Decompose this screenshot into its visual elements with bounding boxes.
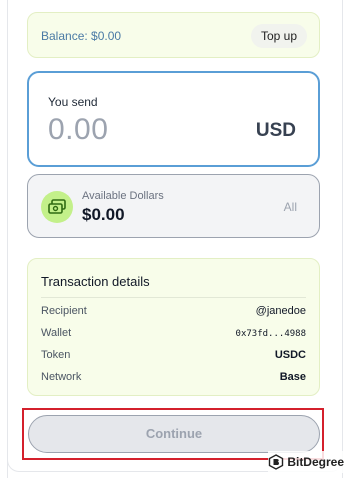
send-amount-input[interactable]: 0.00	[48, 113, 108, 147]
top-up-button[interactable]: Top up	[250, 24, 307, 48]
detail-row-wallet: Wallet 0x73fd...4988	[41, 327, 306, 343]
available-label: Available Dollars	[82, 190, 164, 202]
detail-label: Wallet	[41, 327, 72, 339]
detail-row-network: Network Base	[41, 371, 306, 387]
detail-value: Base	[279, 371, 306, 383]
currency-label: USD	[255, 120, 296, 141]
panel-right-edge	[342, 0, 343, 478]
watermark: BitDegree	[268, 451, 344, 473]
detail-label: Recipient	[41, 305, 87, 317]
transaction-details-card: Transaction details Recipient @janedoe W…	[27, 258, 320, 396]
detail-row-recipient: Recipient @janedoe	[41, 305, 306, 321]
balance-card: Balance: $0.00 Top up	[27, 12, 320, 58]
all-button[interactable]: All	[284, 200, 297, 214]
continue-button[interactable]: Continue	[28, 415, 320, 453]
details-divider	[41, 297, 306, 298]
send-page: Balance: $0.00 Top up You send 0.00 USD …	[0, 0, 350, 478]
detail-value: 0x73fd...4988	[235, 329, 306, 339]
detail-label: Token	[41, 349, 71, 361]
detail-value: @janedoe	[255, 305, 306, 317]
balance-text: Balance: $0.00	[41, 29, 122, 43]
panel-left-edge	[7, 0, 8, 478]
available-dollars-card[interactable]: Available Dollars $0.00 All	[27, 174, 320, 238]
detail-row-token: Token USDC	[41, 349, 306, 365]
money-icon	[41, 191, 73, 223]
send-amount-card[interactable]: You send 0.00 USD	[27, 71, 320, 167]
watermark-text: BitDegree	[287, 455, 344, 469]
details-title: Transaction details	[41, 274, 150, 289]
detail-label: Network	[41, 371, 82, 383]
available-amount: $0.00	[82, 205, 125, 224]
bitdegree-logo-icon	[269, 454, 284, 470]
send-label: You send	[48, 95, 98, 109]
detail-value: USDC	[274, 349, 306, 361]
